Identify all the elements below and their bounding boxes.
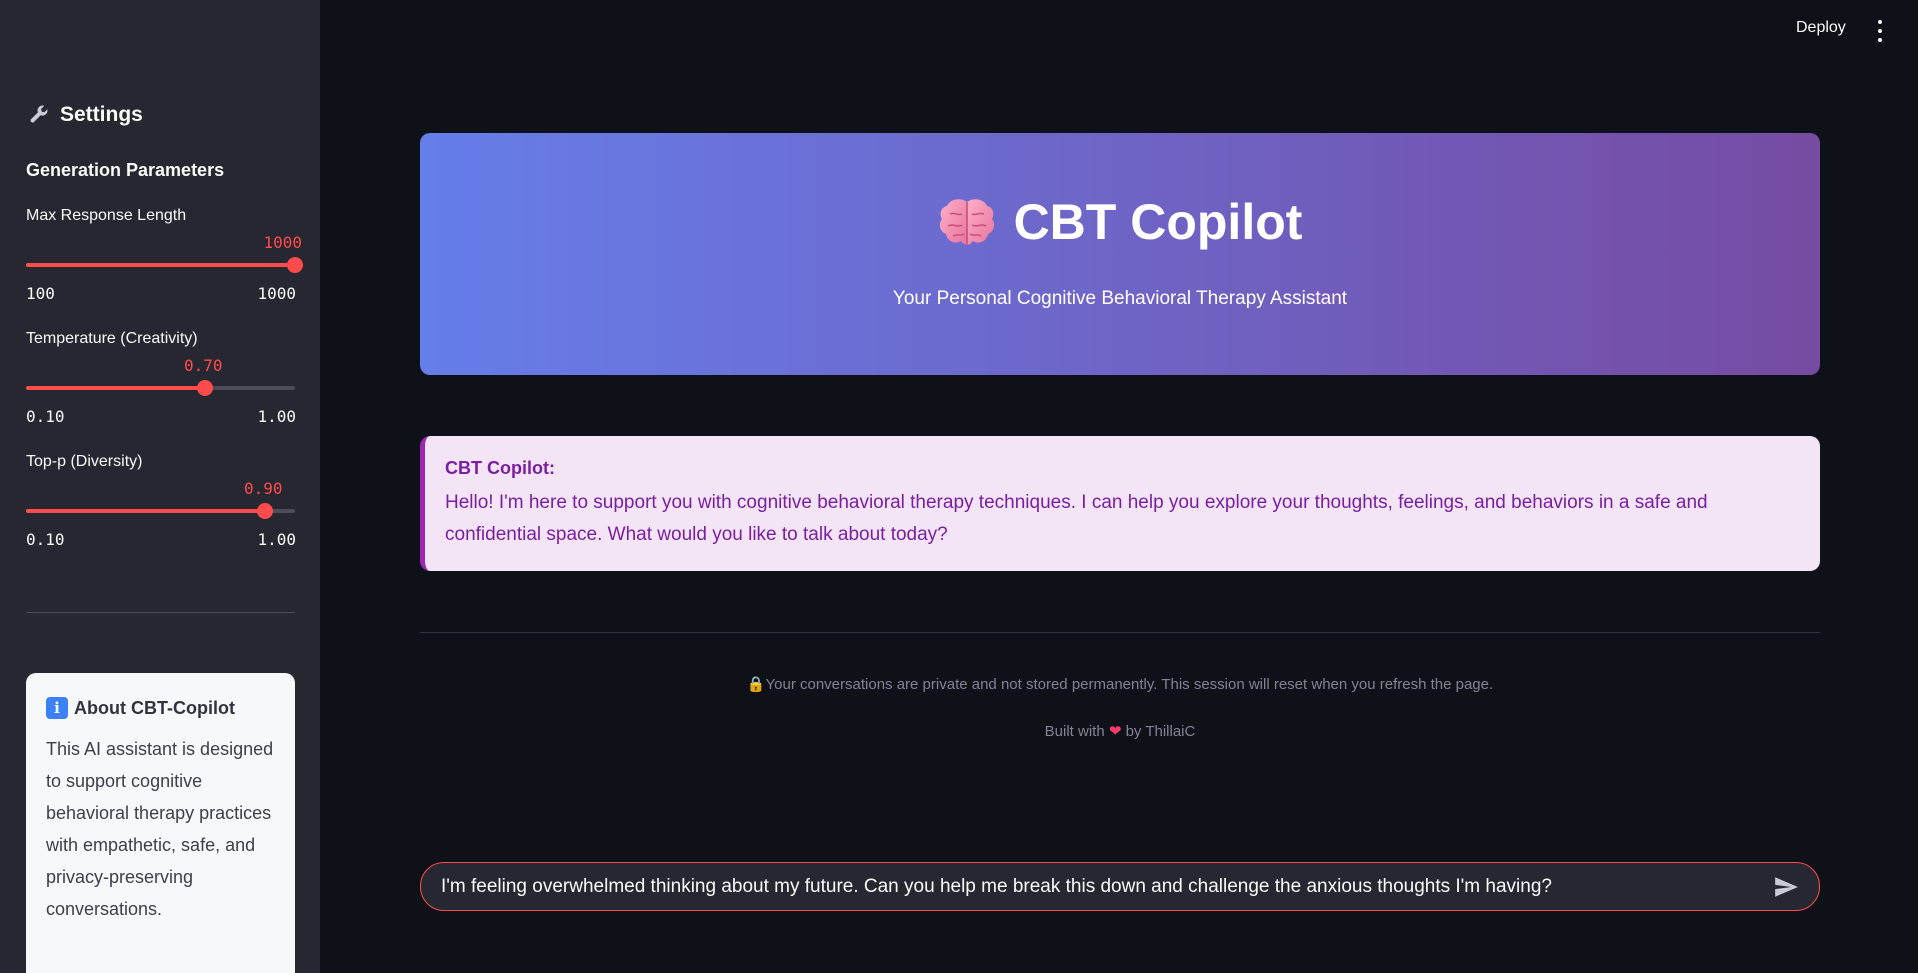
built-with-credit: Built with ❤ by ThillaiC [420,722,1820,740]
generation-parameters-heading: Generation Parameters [26,160,225,180]
hero-banner: CBT Copilot Your Personal Cognitive Beha… [420,133,1820,375]
slider-max: 1.00 [257,407,296,426]
slider-value: 1000 [263,233,302,252]
top-p-slider-group: Top-p (Diversity) 0.90 0.10 1.00 [26,453,296,553]
built-suffix: by ThillaiC [1125,723,1196,740]
about-title-text: About CBT-Copilot [74,697,235,718]
slider-min: 0.10 [26,530,65,549]
kebab-menu-icon[interactable] [1876,20,1884,42]
built-prefix: Built with [1044,723,1105,740]
slider-fill [26,509,266,513]
wrench-icon [30,105,48,123]
slider-fill [26,386,206,390]
about-title: i About CBT-Copilot [46,697,275,719]
slider-max: 1.00 [257,530,296,549]
chat-input[interactable]: I'm feeling overwhelmed thinking about m… [420,862,1820,911]
sidebar: Settings Generation Parameters Max Respo… [0,0,320,973]
slider-thumb[interactable] [257,503,274,519]
sidebar-title-text: Settings [60,103,143,126]
temperature-slider[interactable] [26,380,295,396]
max-response-length-slider-group: Max Response Length 1000 100 1000 [26,207,303,307]
privacy-notice: 🔒Your conversations are private and not … [746,676,1494,693]
slider-min: 0.10 [26,407,65,426]
about-text: This AI assistant is designed to support… [46,739,274,919]
slider-label: Temperature (Creativity) [26,330,198,347]
page-subtitle: Your Personal Cognitive Behavioral Thera… [892,288,1348,309]
brain-icon [939,199,994,245]
chat-input-text[interactable]: I'm feeling overwhelmed thinking about m… [441,876,1773,898]
slider-thumb[interactable] [287,257,303,273]
slider-fill [26,263,295,267]
send-icon[interactable] [1773,874,1799,900]
slider-value: 0.70 [184,356,223,375]
info-icon: i [46,697,68,719]
slider-label: Top-p (Diversity) [26,453,143,470]
about-card: i About CBT-Copilot This AI assistant is… [26,673,295,973]
message-author: CBT Copilot: [445,458,555,478]
sidebar-divider [26,612,295,613]
slider-max: 1000 [257,284,296,303]
slider-thumb[interactable] [197,380,214,396]
main-divider [420,632,1820,633]
top-p-slider[interactable] [26,503,295,519]
message-text: Hello! I'm here to support you with cogn… [445,492,1708,545]
slider-value: 0.90 [244,479,283,498]
page-title-text: CBT Copilot [1013,194,1303,250]
page-title: CBT Copilot [420,193,1820,251]
temperature-slider-group: Temperature (Creativity) 0.70 0.10 1.00 [26,330,296,430]
slider-min: 100 [26,284,55,303]
heart-icon: ❤ [1108,723,1122,740]
max-response-length-slider[interactable] [26,257,303,273]
sidebar-title: Settings [28,103,143,127]
deploy-button[interactable]: Deploy [1796,19,1846,37]
slider-label: Max Response Length [26,207,187,224]
assistant-message: CBT Copilot: Hello! I'm here to support … [420,436,1820,571]
